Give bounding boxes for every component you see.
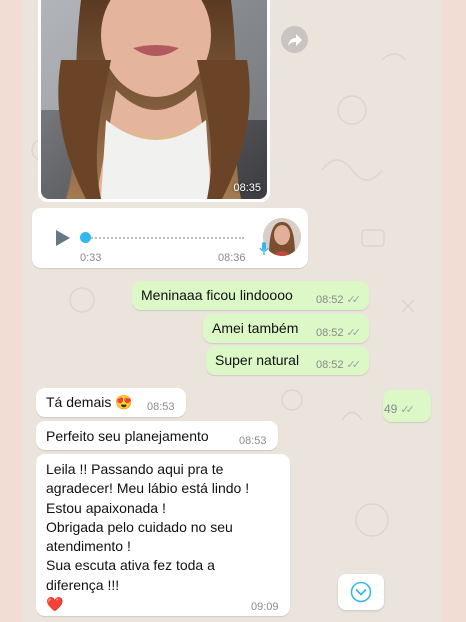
message-line: Estou apaixonada ! [46, 499, 166, 516]
message-in[interactable]: Tá demais 😍 08:53 [36, 388, 186, 417]
scroll-down-button[interactable] [338, 574, 384, 610]
double-check-icon: ✓✓ [346, 294, 362, 306]
message-text: Super natural [215, 352, 300, 368]
message-time: 09:09 [251, 601, 279, 613]
message-text-lines: Leila !! Passando aqui pra te agradecer!… [46, 460, 249, 614]
double-check-icon: ✓✓ [346, 327, 362, 339]
message-text: Meninaaa ficou lindoooo [141, 287, 293, 303]
message-in-long[interactable]: Leila !! Passando aqui pra te agradecer!… [36, 454, 290, 616]
message-line: diferença !!! [46, 576, 120, 593]
chat-panel: 08:35 0:33 08:36 Meninaaa ficou lindoooo… [22, 0, 442, 622]
message-out-partial[interactable]: 49 ✓✓ [383, 390, 431, 422]
message-time: 08:52 ✓✓ [316, 359, 362, 371]
message-out[interactable]: Meninaaa ficou lindoooo 08:52 ✓✓ [132, 281, 369, 310]
audio-elapsed: 0:33 [80, 252, 102, 264]
audio-message[interactable]: 0:33 08:36 [32, 208, 308, 268]
audio-time: 08:36 [218, 252, 246, 264]
message-line: atendimento ! [46, 538, 131, 555]
message-in[interactable]: Perfeito seu planejamento 08:53 [36, 421, 278, 450]
message-time: 08:53 [147, 401, 175, 413]
microphone-icon [259, 242, 269, 255]
message-line: Leila !! Passando aqui pra te [46, 461, 224, 477]
forward-button[interactable] [281, 26, 308, 53]
photo-time: 08:35 [233, 182, 261, 194]
message-text: Amei também [212, 320, 299, 336]
photo-image[interactable]: 08:35 [41, 0, 267, 199]
double-check-icon: ✓✓ [400, 404, 415, 416]
message-line: agradecer! Meu lábio está lindo ! [46, 480, 250, 497]
photo-message[interactable]: 08:35 [38, 0, 270, 202]
double-check-icon: ✓✓ [346, 359, 362, 371]
message-text: Tá demais 😍 [46, 394, 133, 410]
message-time: 08:53 [239, 435, 267, 447]
forward-icon [287, 33, 302, 46]
message-line: Sua escuta ativa fez toda a [46, 557, 215, 574]
message-time: 08:52 ✓✓ [316, 294, 362, 306]
message-text: Perfeito seu planejamento [46, 428, 209, 444]
message-out[interactable]: Super natural 08:52 ✓✓ [206, 346, 369, 375]
message-time: 08:52 ✓✓ [316, 327, 362, 339]
play-icon[interactable] [56, 230, 70, 246]
chevron-down-icon [350, 581, 372, 603]
audio-progress-track[interactable] [84, 237, 244, 239]
heart-emoji: ❤️ [46, 596, 64, 613]
audio-progress-knob[interactable] [80, 232, 91, 243]
message-out[interactable]: Amei também 08:52 ✓✓ [203, 314, 369, 343]
message-time: 49 ✓✓ [384, 402, 415, 416]
message-line: Obrigada pelo cuidado no seu [46, 518, 233, 535]
